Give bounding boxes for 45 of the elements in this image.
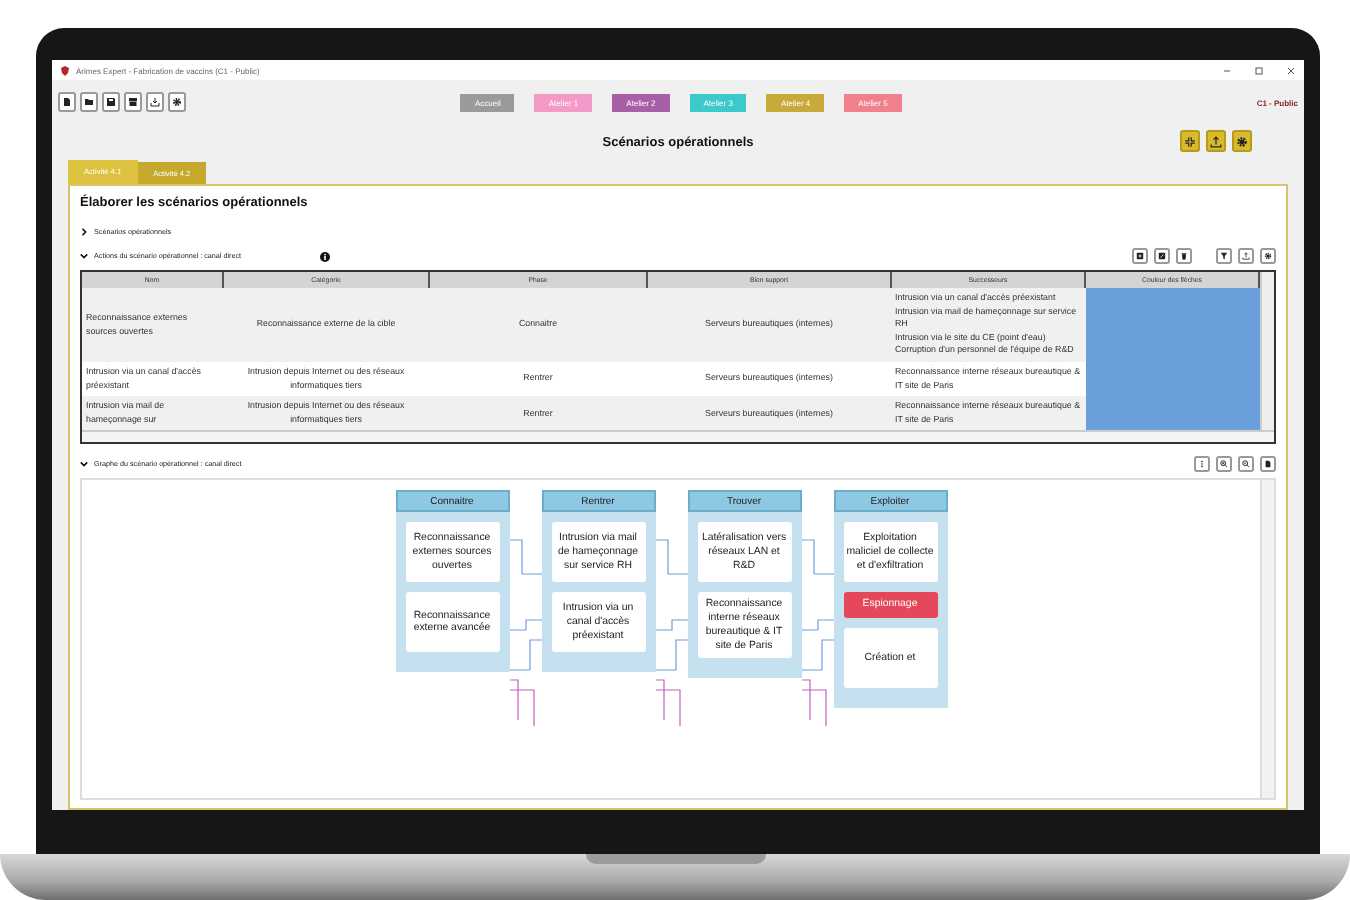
scrollbar[interactable] xyxy=(1260,272,1274,431)
zoom-out-icon xyxy=(1242,458,1250,471)
filter-icon xyxy=(1220,250,1228,262)
info-icon[interactable] xyxy=(319,251,330,261)
edit-button[interactable] xyxy=(1154,248,1170,264)
settings-icon xyxy=(172,96,182,108)
settings-button[interactable] xyxy=(1232,130,1252,152)
settings-icon xyxy=(1236,135,1248,147)
zoom-out-button[interactable] xyxy=(1238,456,1254,473)
plus-icon xyxy=(1136,250,1144,262)
file-icon xyxy=(62,96,72,108)
chevron-icon xyxy=(80,228,88,236)
scrollbar[interactable] xyxy=(1260,480,1274,798)
zoom-in-icon xyxy=(1220,458,1228,471)
settings-button[interactable] xyxy=(168,92,186,112)
add-button[interactable] xyxy=(1132,248,1148,264)
download-icon xyxy=(150,96,160,108)
open-folder-button[interactable] xyxy=(80,92,98,112)
close-icon[interactable] xyxy=(1286,65,1296,75)
shield-icon xyxy=(60,65,70,75)
save-icon xyxy=(106,96,116,108)
edit-icon xyxy=(1158,250,1166,262)
archive-button[interactable] xyxy=(124,92,142,112)
new-file-button[interactable] xyxy=(58,92,76,112)
settings-icon xyxy=(1264,250,1272,262)
delete-button[interactable] xyxy=(1176,248,1192,264)
collapse-icon xyxy=(1184,135,1196,147)
collapse-button[interactable] xyxy=(1180,130,1200,152)
upload-icon xyxy=(1242,250,1250,262)
folder-icon xyxy=(84,96,94,108)
chevron-icon xyxy=(80,460,88,469)
save-button[interactable] xyxy=(102,92,120,112)
trash-icon xyxy=(1180,250,1188,262)
upload-button[interactable] xyxy=(1206,130,1226,152)
maximize-icon[interactable] xyxy=(1254,65,1264,75)
document-icon xyxy=(1264,458,1272,471)
chevron-icon xyxy=(80,252,88,260)
document-button[interactable] xyxy=(1260,456,1276,473)
filter-button[interactable] xyxy=(1216,248,1232,264)
export-button[interactable] xyxy=(1238,248,1254,264)
scrollbar[interactable] xyxy=(82,430,1274,443)
archive-icon xyxy=(128,96,138,108)
settings-button[interactable] xyxy=(1260,248,1276,264)
upload-icon xyxy=(1210,135,1222,147)
zoom-in-button[interactable] xyxy=(1216,456,1232,473)
